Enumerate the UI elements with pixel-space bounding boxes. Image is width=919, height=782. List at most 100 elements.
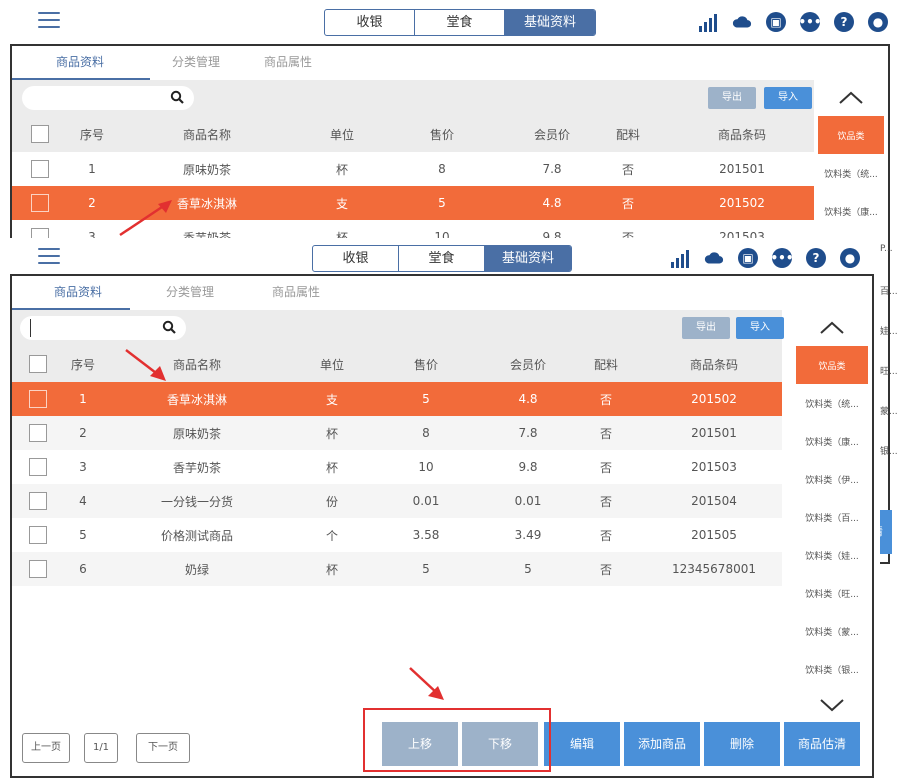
cloud-icon[interactable] [704, 248, 724, 268]
row-checkbox[interactable] [29, 458, 47, 476]
table-cell: 杯 [325, 426, 338, 441]
tab-category-manage[interactable]: 分类管理 [150, 46, 242, 80]
printer-icon[interactable]: ▣ [738, 248, 758, 268]
table-cell: 201504 [691, 494, 737, 508]
row-checkbox[interactable] [31, 194, 49, 212]
menu-icon[interactable] [38, 12, 60, 30]
delete-button[interactable]: 删除 [704, 722, 780, 766]
table-row[interactable]: 1 原味奶茶 杯 8 7.8 否 201501 [12, 152, 816, 186]
col-index: 序号 [70, 357, 95, 372]
segment-dine-in[interactable]: 堂食 [399, 246, 485, 271]
tab-bar: 商品资料 分类管理 商品属性 [12, 46, 334, 80]
col-member-price: 会员价 [509, 357, 546, 372]
category-item[interactable]: 饮品类 [796, 346, 868, 384]
table-row[interactable]: 4 一分钱一分货 份 0.01 0.01 否 201504 [12, 484, 782, 518]
tab-product-info[interactable]: 商品资料 [12, 46, 151, 80]
tab-bar: 商品资料 分类管理 商品属性 [12, 276, 342, 310]
category-item[interactable]: 饮料类（统... [814, 154, 888, 192]
table-header: 序号 商品名称 单位 售价 会员价 配料 商品条码 [12, 116, 816, 152]
search-icon [162, 320, 176, 334]
category-item[interactable]: 饮品类 [818, 116, 884, 154]
table-cell: 3.58 [412, 528, 440, 542]
row-checkbox[interactable] [31, 160, 49, 178]
help-icon[interactable]: ? [834, 12, 854, 32]
table-row[interactable]: 3 香芋奶茶 杯 10 9.8 否 201503 [12, 450, 782, 484]
table-cell: 否 [599, 562, 612, 577]
printer-icon[interactable]: ▣ [766, 12, 786, 32]
table-row[interactable]: 5 价格测试商品 个 3.58 3.49 否 201505 [12, 518, 782, 552]
table-row[interactable]: 1 香草冰淇淋 支 5 4.8 否 201502 [12, 382, 782, 416]
prev-page-button[interactable]: 上一页 [22, 733, 70, 763]
table-cell: 4.8 [518, 392, 538, 406]
table-row[interactable]: 2 原味奶茶 杯 8 7.8 否 201501 [12, 416, 782, 450]
category-item[interactable]: 饮料类（旺... [792, 574, 872, 612]
segment-control: 收银 堂食 基础资料 [312, 245, 572, 272]
add-product-button[interactable]: 添加商品 [624, 722, 700, 766]
segment-cashier[interactable]: 收银 [325, 10, 415, 35]
table-cell: 份 [325, 494, 338, 509]
select-all-checkbox[interactable] [31, 125, 49, 143]
help-icon[interactable]: ? [806, 248, 826, 268]
category-item[interactable]: 饮料类（银... [792, 650, 872, 688]
import-button[interactable]: 导入 [736, 317, 784, 339]
table-cell: 原味奶茶 [182, 162, 231, 177]
category-item[interactable]: 饮料类（娃... [792, 536, 872, 574]
row-checkbox[interactable] [29, 560, 47, 578]
table-cell: 支 [325, 392, 338, 407]
segment-dine-in[interactable]: 堂食 [415, 10, 505, 35]
export-button[interactable]: 导出 [708, 87, 756, 109]
row-checkbox[interactable] [29, 390, 47, 408]
category-item[interactable]: 饮料类（康... [792, 422, 872, 460]
menu-icon[interactable] [38, 248, 60, 266]
category-item[interactable]: 饮料类（康... [814, 192, 888, 230]
table-cell: 0.01 [514, 494, 542, 508]
table-cell: 杯 [325, 562, 338, 577]
toolbar: 导出 导入 [12, 310, 784, 346]
tab-category-manage[interactable]: 分类管理 [130, 276, 250, 310]
table-row[interactable]: 6 奶绿 杯 5 5 否 12345678001 [12, 552, 782, 586]
search-box[interactable] [22, 86, 194, 110]
search-input[interactable] [30, 319, 160, 337]
table-cell: 5 [524, 562, 532, 576]
category-item[interactable]: 饮料类（伊... [792, 460, 872, 498]
message-icon[interactable]: ••• [771, 248, 794, 268]
row-checkbox[interactable] [29, 424, 47, 442]
category-item[interactable]: 饮料类（百... [792, 498, 872, 536]
search-box[interactable] [20, 316, 186, 340]
category-item[interactable]: 饮料类（蒙... [792, 612, 872, 650]
user-icon[interactable]: ● [840, 248, 860, 268]
tab-product-info[interactable]: 商品资料 [12, 276, 131, 310]
segment-basic-data[interactable]: 基础资料 [505, 10, 595, 35]
cloud-icon[interactable] [732, 12, 752, 32]
table-cell: 201503 [691, 460, 737, 474]
message-icon[interactable]: ••• [799, 12, 822, 32]
next-page-button[interactable]: 下一页 [136, 733, 190, 763]
sold-out-button[interactable]: 商品估清 [784, 722, 860, 766]
row-checkbox[interactable] [29, 492, 47, 510]
segment-cashier[interactable]: 收银 [313, 246, 399, 271]
edit-button[interactable]: 编辑 [544, 722, 620, 766]
table-cell: 10 [418, 460, 434, 474]
table-cell: 3.49 [514, 528, 542, 542]
user-icon[interactable]: ● [868, 12, 888, 32]
table-cell: 0.01 [412, 494, 440, 508]
table-cell: 否 [621, 162, 634, 177]
tab-product-attrs[interactable]: 商品属性 [242, 46, 334, 80]
search-input[interactable] [32, 89, 162, 107]
tab-product-attrs[interactable]: 商品属性 [250, 276, 342, 310]
table-cell: 7.8 [542, 162, 562, 176]
import-button[interactable]: 导入 [764, 87, 812, 109]
table-cell: 201501 [719, 162, 765, 176]
select-all-checkbox[interactable] [29, 355, 47, 373]
row-checkbox[interactable] [29, 526, 47, 544]
chevron-up-icon[interactable] [792, 310, 872, 346]
segment-basic-data[interactable]: 基础资料 [485, 246, 571, 271]
category-item[interactable]: 饮料类（统... [792, 384, 872, 422]
export-button[interactable]: 导出 [682, 317, 730, 339]
table-cell: 个 [325, 528, 338, 543]
table-cell: 9.8 [518, 460, 538, 474]
chevron-up-icon[interactable] [814, 80, 888, 116]
col-ingredient: 配料 [615, 127, 640, 142]
status-icons: ▣ ••• ? ● [670, 248, 860, 268]
annotation-arrow-icon [125, 349, 166, 381]
